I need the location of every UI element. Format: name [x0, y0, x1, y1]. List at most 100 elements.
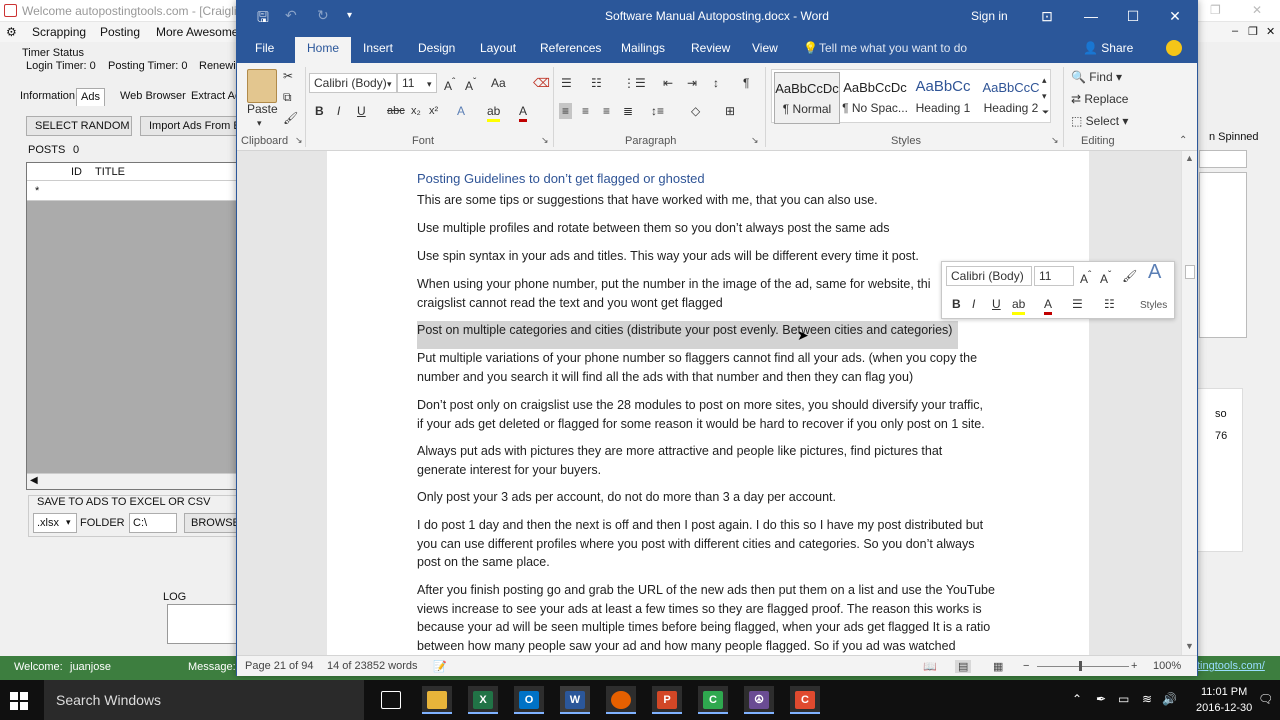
find-button[interactable]: 🔍 Find ▾: [1071, 69, 1122, 85]
shading-icon[interactable]: ◇: [691, 103, 700, 119]
strikethrough-icon[interactable]: abc: [387, 103, 405, 119]
tab-home[interactable]: Home: [295, 37, 352, 63]
document-page[interactable]: Posting Guidelines to don’t get flagged …: [327, 151, 1089, 655]
format-painter-icon[interactable]: 🖌: [283, 110, 298, 126]
peace-app-button[interactable]: ☮: [744, 686, 774, 714]
paste-dropdown-icon[interactable]: ▾: [257, 115, 262, 131]
folder-input[interactable]: C:\: [129, 513, 177, 533]
collapse-ribbon-icon[interactable]: ⌃: [1179, 135, 1187, 146]
borders-icon[interactable]: ⊞: [725, 103, 735, 119]
minimize-icon[interactable]: —: [1077, 5, 1105, 27]
notifications-icon[interactable]: 🗨: [1258, 692, 1273, 706]
mini-styles-label[interactable]: Styles: [1140, 298, 1167, 314]
line-spacing-icon[interactable]: ↕≡: [651, 103, 664, 119]
close-icon[interactable]: ✕: [1161, 5, 1189, 27]
text-effects-icon[interactable]: A: [457, 103, 465, 119]
mini-bold-icon[interactable]: B: [952, 296, 961, 312]
align-right-icon[interactable]: ≡: [603, 103, 610, 119]
ribbon-display-options-icon[interactable]: ⊡: [1033, 5, 1061, 27]
bold-icon[interactable]: B: [315, 103, 324, 119]
tab-layout[interactable]: Layout: [480, 41, 516, 55]
tab-review[interactable]: Review: [691, 41, 730, 55]
highlight-icon[interactable]: ab: [487, 103, 501, 122]
change-case-icon[interactable]: Aa: [491, 75, 506, 91]
log-textbox[interactable]: [167, 604, 238, 644]
firefox-button[interactable]: [606, 686, 636, 714]
word-count[interactable]: 14 of 23852 words: [327, 660, 418, 672]
file-explorer-button[interactable]: [422, 686, 452, 714]
excel-button[interactable]: X: [468, 686, 498, 714]
battery-icon[interactable]: ▭: [1118, 692, 1129, 706]
camtasia-button[interactable]: C: [698, 686, 728, 714]
mini-grow-font-icon[interactable]: Aˆ: [1080, 268, 1091, 287]
font-name-box[interactable]: Calibri (Body): [309, 73, 397, 93]
proofing-icon[interactable]: 📝: [433, 660, 447, 673]
underline-icon[interactable]: U: [357, 103, 366, 119]
table-row[interactable]: *: [27, 181, 238, 201]
powerpoint-button[interactable]: P: [652, 686, 682, 714]
share-button[interactable]: 👤 Share: [1083, 41, 1133, 55]
menu-scrapping[interactable]: Scrapping: [32, 25, 86, 39]
sign-in-link[interactable]: Sign in: [971, 9, 1008, 23]
word-button[interactable]: W: [560, 686, 590, 714]
browse-button[interactable]: BROWSE: [184, 513, 238, 533]
numbering-icon[interactable]: ☷: [591, 75, 602, 91]
zoom-slider-thumb[interactable]: [1079, 661, 1082, 671]
tab-references[interactable]: References: [540, 41, 601, 55]
volume-icon[interactable]: 🔊: [1162, 692, 1177, 706]
superscript-icon[interactable]: x²: [429, 103, 438, 119]
tell-me-search[interactable]: Tell me what you want to do: [819, 41, 967, 55]
grow-font-icon[interactable]: Aˆ: [444, 75, 455, 94]
tab-file[interactable]: File: [255, 41, 274, 55]
search-box[interactable]: Search Windows: [44, 680, 364, 720]
mini-bullets-icon[interactable]: ☰: [1072, 296, 1083, 312]
replace-button[interactable]: ⇄ Replace: [1071, 91, 1128, 107]
redo-icon[interactable]: ↻: [317, 7, 329, 24]
paste-button[interactable]: Paste: [247, 101, 278, 117]
recorder-button[interactable]: C: [790, 686, 820, 714]
scrollbar-thumb[interactable]: [1185, 265, 1195, 279]
show-formatting-icon[interactable]: ¶: [743, 75, 749, 91]
document-area[interactable]: Posting Guidelines to don’t get flagged …: [237, 151, 1197, 655]
subscript-icon[interactable]: x₂: [411, 103, 421, 119]
grid-horizontal-scrollbar[interactable]: ◀: [27, 473, 238, 489]
select-button[interactable]: ⬚ Select ▾: [1071, 113, 1128, 129]
styles-more-icon[interactable]: ⏷: [1042, 104, 1049, 120]
tab-insert[interactable]: Insert: [363, 41, 393, 55]
undo-icon[interactable]: ↶: [285, 7, 297, 24]
font-launcher-icon[interactable]: ↘: [541, 135, 549, 146]
tab-design[interactable]: Design: [418, 41, 455, 55]
feedback-smiley-icon[interactable]: [1166, 40, 1182, 56]
styles-gallery[interactable]: AaBbCcDc ¶ Normal AaBbCcDc ¶ No Spac... …: [771, 69, 1051, 124]
menu-more-awesome[interactable]: More Awesome: [156, 25, 238, 39]
mini-italic-icon[interactable]: I: [972, 296, 975, 312]
import-ads-button[interactable]: Import Ads From Ex: [140, 116, 238, 136]
clock[interactable]: 11:01 PM 2016-12-30: [1196, 684, 1252, 716]
outlook-button[interactable]: O: [514, 686, 544, 714]
mini-shrink-font-icon[interactable]: Aˇ: [1100, 268, 1111, 287]
wifi-icon[interactable]: ≋: [1142, 692, 1152, 706]
customize-qat-icon[interactable]: ▾: [347, 10, 352, 21]
bullets-icon[interactable]: ☰: [561, 75, 572, 91]
task-view-button[interactable]: [376, 686, 406, 714]
clear-formatting-icon[interactable]: ⌫: [533, 75, 550, 91]
font-color-icon[interactable]: A: [519, 103, 528, 122]
mini-underline-icon[interactable]: U: [992, 296, 1001, 312]
bg-mdi-restore-icon[interactable]: ❐: [1248, 25, 1258, 38]
show-hidden-icons[interactable]: ⌃: [1072, 692, 1082, 706]
read-mode-icon[interactable]: 📖: [923, 660, 937, 673]
paste-icon[interactable]: [247, 69, 277, 103]
clipboard-launcher-icon[interactable]: ↘: [295, 135, 303, 146]
ads-grid[interactable]: [26, 162, 238, 490]
col-title[interactable]: TITLE: [95, 166, 125, 178]
tab-ads[interactable]: Ads: [76, 88, 105, 106]
scroll-left-icon[interactable]: ◀: [30, 475, 38, 486]
bg-close-icon[interactable]: ✕: [1252, 3, 1262, 17]
mini-font-color-icon[interactable]: A: [1044, 296, 1053, 315]
align-left-icon[interactable]: ≡: [559, 103, 573, 119]
cut-icon[interactable]: ✂: [283, 68, 293, 84]
multilevel-list-icon[interactable]: ⋮☰: [623, 75, 646, 91]
select-random-button[interactable]: SELECT RANDOM: [26, 116, 132, 136]
pen-icon[interactable]: ✒: [1096, 692, 1106, 706]
maximize-icon[interactable]: ☐: [1119, 5, 1147, 27]
